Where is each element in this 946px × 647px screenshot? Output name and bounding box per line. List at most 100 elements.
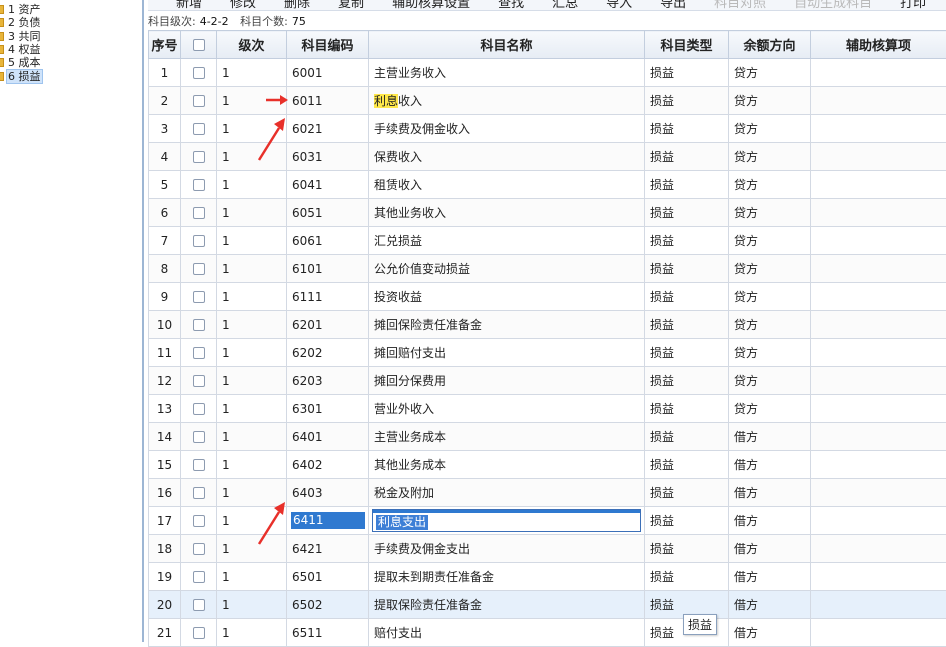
cell-select[interactable] bbox=[181, 311, 217, 339]
cell-direction[interactable]: 贷方 bbox=[729, 199, 811, 227]
cell-code[interactable]: 6051 bbox=[287, 199, 369, 227]
cell-direction[interactable]: 借方 bbox=[729, 479, 811, 507]
cell-level[interactable]: 1 bbox=[217, 227, 287, 255]
name-edit-field[interactable]: 利息支出 bbox=[372, 509, 641, 532]
cell-name[interactable]: 手续费及佣金收入 bbox=[369, 115, 645, 143]
cell-select[interactable] bbox=[181, 171, 217, 199]
table-row[interactable]: 1216203摊回分保费用损益贷方 bbox=[149, 367, 946, 395]
toolbar-button[interactable]: 自动生成科目 bbox=[780, 0, 886, 11]
cell-aux[interactable] bbox=[811, 479, 946, 507]
table-row[interactable]: 716061汇兑损益损益贷方 bbox=[149, 227, 946, 255]
cell-type[interactable]: 损益 bbox=[645, 59, 729, 87]
table-row[interactable]: 2116511赔付支出损益借方 bbox=[149, 619, 946, 647]
cell-select[interactable] bbox=[181, 59, 217, 87]
row-checkbox[interactable] bbox=[193, 627, 205, 639]
cell-code[interactable]: 6401 bbox=[287, 423, 369, 451]
cell-select[interactable] bbox=[181, 255, 217, 283]
cell-no[interactable]: 5 bbox=[149, 171, 181, 199]
cell-aux[interactable] bbox=[811, 283, 946, 311]
cell-select[interactable] bbox=[181, 87, 217, 115]
table-row[interactable]: 1116202摊回赔付支出损益贷方 bbox=[149, 339, 946, 367]
cell-type[interactable]: 损益 bbox=[645, 87, 729, 115]
cell-direction[interactable]: 贷方 bbox=[729, 143, 811, 171]
cell-aux[interactable] bbox=[811, 199, 946, 227]
cell-type[interactable]: 损益 bbox=[645, 311, 729, 339]
cell-aux[interactable] bbox=[811, 591, 946, 619]
cell-level[interactable]: 1 bbox=[217, 367, 287, 395]
cell-name[interactable]: 保费收入 bbox=[369, 143, 645, 171]
cell-direction[interactable]: 贷方 bbox=[729, 87, 811, 115]
cell-select[interactable] bbox=[181, 367, 217, 395]
cell-name[interactable]: 摊回赔付支出 bbox=[369, 339, 645, 367]
table-row[interactable]: 1416401主营业务成本损益借方 bbox=[149, 423, 946, 451]
table-row[interactable]: 216011利息收入损益贷方 bbox=[149, 87, 946, 115]
row-checkbox[interactable] bbox=[193, 67, 205, 79]
cell-direction[interactable]: 贷方 bbox=[729, 59, 811, 87]
cell-direction[interactable]: 借方 bbox=[729, 591, 811, 619]
cell-no[interactable]: 14 bbox=[149, 423, 181, 451]
cell-code[interactable]: 6421 bbox=[287, 535, 369, 563]
cell-type[interactable]: 损益 bbox=[645, 171, 729, 199]
cell-name-editor[interactable]: 利息支出 bbox=[369, 507, 645, 535]
cell-direction[interactable]: 借方 bbox=[729, 507, 811, 535]
cell-type[interactable]: 损益 bbox=[645, 423, 729, 451]
cell-aux[interactable] bbox=[811, 367, 946, 395]
col-header-aux[interactable]: 辅助核算项 bbox=[811, 31, 946, 59]
cell-code[interactable]: 6403 bbox=[287, 479, 369, 507]
cell-no[interactable]: 1 bbox=[149, 59, 181, 87]
row-checkbox[interactable] bbox=[193, 543, 205, 555]
cell-level[interactable]: 1 bbox=[217, 619, 287, 647]
cell-direction[interactable]: 贷方 bbox=[729, 311, 811, 339]
cell-select[interactable] bbox=[181, 143, 217, 171]
cell-name[interactable]: 营业外收入 bbox=[369, 395, 645, 423]
cell-level[interactable]: 1 bbox=[217, 423, 287, 451]
cell-select[interactable] bbox=[181, 227, 217, 255]
toolbar-button[interactable]: 复制 bbox=[324, 0, 378, 11]
cell-type[interactable]: 损益 bbox=[645, 199, 729, 227]
cell-code[interactable]: 6061 bbox=[287, 227, 369, 255]
toolbar-button[interactable]: 删除 bbox=[270, 0, 324, 11]
toolbar-button[interactable]: 查找 bbox=[484, 0, 538, 11]
table-row[interactable]: 2016502提取保险责任准备金损益借方 bbox=[149, 591, 946, 619]
tree-item[interactable]: 5 成本 bbox=[0, 56, 43, 69]
cell-no[interactable]: 4 bbox=[149, 143, 181, 171]
cell-type[interactable]: 损益 bbox=[645, 479, 729, 507]
cell-direction[interactable]: 贷方 bbox=[729, 395, 811, 423]
cell-direction[interactable]: 贷方 bbox=[729, 283, 811, 311]
tree-item[interactable]: 3 共同 bbox=[0, 30, 43, 43]
cell-code[interactable]: 6021 bbox=[287, 115, 369, 143]
col-header-select-all[interactable] bbox=[181, 31, 217, 59]
cell-name[interactable]: 公允价值变动损益 bbox=[369, 255, 645, 283]
cell-select[interactable] bbox=[181, 283, 217, 311]
toolbar-button[interactable]: 科目对照 bbox=[700, 0, 780, 11]
cell-aux[interactable] bbox=[811, 115, 946, 143]
toolbar-button[interactable]: 汇总 bbox=[538, 0, 592, 11]
cell-code[interactable]: 6011 bbox=[287, 87, 369, 115]
cell-code[interactable]: 6411 bbox=[287, 507, 369, 535]
cell-select[interactable] bbox=[181, 479, 217, 507]
cell-level[interactable]: 1 bbox=[217, 395, 287, 423]
cell-aux[interactable] bbox=[811, 227, 946, 255]
row-checkbox[interactable] bbox=[193, 571, 205, 583]
tree-item[interactable]: 1 资产 bbox=[0, 3, 43, 16]
table-row[interactable]: 616051其他业务收入损益贷方 bbox=[149, 199, 946, 227]
row-checkbox[interactable] bbox=[193, 375, 205, 387]
cell-name[interactable]: 主营业务成本 bbox=[369, 423, 645, 451]
cell-no[interactable]: 8 bbox=[149, 255, 181, 283]
row-checkbox[interactable] bbox=[193, 459, 205, 471]
cell-code[interactable]: 6201 bbox=[287, 311, 369, 339]
cell-level[interactable]: 1 bbox=[217, 171, 287, 199]
cell-type[interactable]: 损益 bbox=[645, 143, 729, 171]
table-row[interactable]: 816101公允价值变动损益损益贷方 bbox=[149, 255, 946, 283]
cell-type[interactable]: 损益 bbox=[645, 255, 729, 283]
cell-code[interactable]: 6502 bbox=[287, 591, 369, 619]
toolbar-button[interactable]: 导出 bbox=[646, 0, 700, 11]
cell-name[interactable]: 摊回分保费用 bbox=[369, 367, 645, 395]
cell-select[interactable] bbox=[181, 395, 217, 423]
cell-level[interactable]: 1 bbox=[217, 255, 287, 283]
cell-name[interactable]: 其他业务成本 bbox=[369, 451, 645, 479]
cell-no[interactable]: 21 bbox=[149, 619, 181, 647]
cell-direction[interactable]: 贷方 bbox=[729, 339, 811, 367]
table-row[interactable]: 116001主营业务收入损益贷方 bbox=[149, 59, 946, 87]
cell-aux[interactable] bbox=[811, 171, 946, 199]
